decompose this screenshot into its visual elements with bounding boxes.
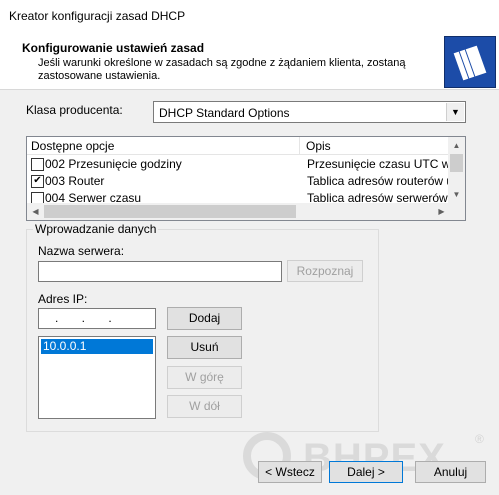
folders-icon (444, 36, 496, 88)
vendor-class-select[interactable]: DHCP Standard Options ▼ (153, 101, 466, 123)
checkbox-checked[interactable]: ✔ (31, 175, 44, 188)
column-header-description[interactable]: Opis (306, 139, 331, 153)
watermark-registered: ® (475, 432, 484, 446)
move-up-button[interactable]: W górę (167, 366, 242, 389)
scroll-right-icon[interactable]: ▶ (433, 203, 450, 220)
cancel-button[interactable]: Anuluj (415, 461, 486, 483)
window-title: Kreator konfiguracji zasad DHCP (9, 9, 186, 23)
scroll-thumb[interactable] (450, 154, 463, 172)
wizard-header: Konfigurowanie ustawień zasad Jeśli waru… (0, 32, 499, 90)
scroll-thumb[interactable] (44, 205, 296, 218)
back-button[interactable]: < Wstecz (258, 461, 322, 483)
resolve-button[interactable]: Rozpoznaj (287, 260, 363, 282)
vendor-class-label: Klasa producenta: (26, 103, 123, 117)
server-name-label: Nazwa serwera: (38, 244, 125, 258)
move-down-button[interactable]: W dół (167, 395, 242, 418)
list-item[interactable]: ✔ 003 Router Tablica adresów routerów up… (27, 172, 450, 189)
chevron-down-icon[interactable]: ▼ (446, 103, 464, 121)
list-item[interactable]: 002 Przesunięcie godziny Przesunięcie cz… (27, 155, 450, 172)
ip-address-label: Adres IP: (38, 292, 88, 306)
ip-address-input[interactable]: . . . (38, 308, 156, 329)
title-bar: Kreator konfiguracji zasad DHCP (0, 0, 499, 32)
ip-address-list[interactable]: 10.0.0.1 (38, 336, 156, 419)
column-header-options[interactable]: Dostępne opcje (31, 139, 114, 153)
add-button[interactable]: Dodaj (167, 307, 242, 330)
list-item-selected[interactable]: 10.0.0.1 (41, 339, 153, 354)
vendor-class-value: DHCP Standard Options (159, 106, 290, 120)
ip-address-value: . . . (55, 311, 112, 325)
data-entry-legend: Wprowadzanie danych (33, 222, 159, 236)
server-name-input[interactable] (38, 261, 282, 282)
remove-button[interactable]: Usuń (167, 336, 242, 359)
scroll-down-icon[interactable]: ▼ (448, 186, 465, 203)
checkbox[interactable] (31, 158, 44, 171)
horizontal-scrollbar[interactable]: ◀ ▶ (27, 203, 465, 220)
page-title: Konfigurowanie ustawień zasad (22, 41, 205, 55)
options-list-header: Dostępne opcje Opis (27, 137, 450, 155)
scroll-up-icon[interactable]: ▲ (448, 137, 465, 154)
next-button[interactable]: Dalej > (329, 461, 403, 483)
vertical-scrollbar[interactable]: ▲ ▼ (448, 137, 465, 203)
page-subtitle: Jeśli warunki określone w zasadach są zg… (38, 57, 406, 82)
options-list[interactable]: Dostępne opcje Opis 002 Przesunięcie god… (26, 136, 466, 221)
scroll-left-icon[interactable]: ◀ (27, 203, 44, 220)
